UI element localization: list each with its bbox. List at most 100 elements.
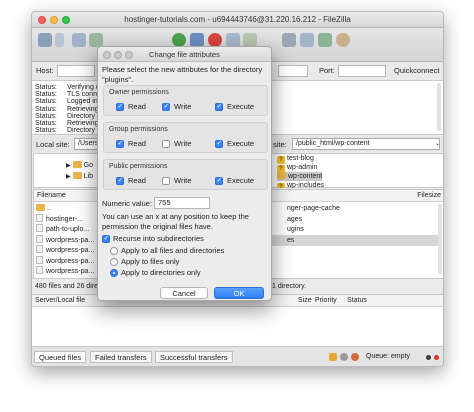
local-tree-item[interactable]: ▶ Lib xyxy=(66,172,93,182)
size-column[interactable]: Size xyxy=(298,295,312,306)
zoom-dialog-button xyxy=(125,51,133,59)
toggle-sync-browsing-icon[interactable] xyxy=(300,33,314,47)
dialog-titlebar: Change file attributes xyxy=(98,47,271,62)
cancel-operation-icon[interactable] xyxy=(208,33,222,47)
read-label: Read xyxy=(128,176,146,185)
local-file-name: .. xyxy=(47,205,51,212)
minimize-window-button[interactable] xyxy=(50,16,58,24)
apply-option-label: Apply to files only xyxy=(121,257,180,266)
port-input[interactable] xyxy=(338,65,386,77)
remote-status-text: 1 directory. xyxy=(272,283,307,290)
gear-icon[interactable] xyxy=(340,353,348,361)
write-checkbox[interactable] xyxy=(162,177,170,185)
refresh-icon[interactable] xyxy=(172,33,186,47)
local-file-row[interactable]: wordpress-pa... xyxy=(36,234,95,246)
execute-checkbox[interactable] xyxy=(215,176,223,185)
numeric-value-input[interactable]: 755 xyxy=(154,197,210,209)
dialog-title: Change file attributes xyxy=(149,50,220,59)
write-label: Write xyxy=(174,102,192,111)
tab-queued-files[interactable]: Queued files xyxy=(34,351,87,363)
transfer-queue: Server/Local file Size Priority Status xyxy=(32,294,443,346)
local-file-name: path-to-uplo... xyxy=(46,226,90,233)
write-label: Write xyxy=(174,139,192,148)
apply-option-radio[interactable] xyxy=(110,247,118,255)
process-queue-icon[interactable] xyxy=(190,33,204,47)
remote-list-scrollbar[interactable] xyxy=(438,204,442,274)
local-file-row[interactable]: .. xyxy=(36,203,51,214)
lock-icon xyxy=(329,353,337,361)
server-local-file-column[interactable]: Server/Local file xyxy=(35,295,85,306)
toggle-local-tree-icon[interactable] xyxy=(89,33,103,47)
remote-file-name: nger-page-cache xyxy=(287,205,340,212)
search-remote-files-icon[interactable] xyxy=(336,33,350,47)
read-checkbox[interactable] xyxy=(116,176,124,185)
read-checkbox[interactable] xyxy=(116,139,124,148)
tab-successful-transfers[interactable]: Successful transfers xyxy=(155,351,233,363)
site-manager-dropdown-icon[interactable] xyxy=(55,33,64,47)
host-input[interactable] xyxy=(57,65,95,77)
local-site-label: Local site: xyxy=(36,140,70,149)
directory-listing-filters-icon[interactable] xyxy=(282,33,296,47)
password-input[interactable] xyxy=(278,65,308,77)
execute-checkbox[interactable] xyxy=(215,139,223,148)
site-manager-icon[interactable] xyxy=(38,33,52,47)
remote-tree-item[interactable]: ? wp-includes xyxy=(277,181,324,188)
change-file-attributes-dialog: Change file attributes Please select the… xyxy=(97,46,272,301)
disconnect-icon[interactable] xyxy=(226,33,240,47)
execute-label: Execute xyxy=(227,139,255,148)
local-tree-item[interactable]: ▶ Go xyxy=(66,161,93,171)
transfer-indicator-icon xyxy=(434,355,439,360)
remote-file-name: ugins xyxy=(287,226,304,233)
remote-site-path-input[interactable]: /public_html/wp-content xyxy=(292,138,440,150)
permission-group-public: Public permissions Read Write Execute xyxy=(103,159,268,190)
apply-option-radio[interactable] xyxy=(110,258,118,266)
close-dialog-button[interactable] xyxy=(103,51,111,59)
chevron-down-icon[interactable]: ⌄ xyxy=(435,140,440,147)
disclosure-triangle-icon[interactable]: ▶ xyxy=(66,174,71,180)
file-icon xyxy=(36,234,43,243)
remote-file-name: es xyxy=(287,236,295,244)
priority-column[interactable]: Priority xyxy=(315,295,337,306)
apply-option-label: Apply to all files and directories xyxy=(121,246,225,255)
read-checkbox[interactable] xyxy=(116,102,124,111)
permission-group-label: Group permissions xyxy=(109,126,168,133)
zoom-window-button[interactable] xyxy=(62,16,70,24)
toggle-log-icon[interactable] xyxy=(72,33,86,47)
local-file-name: wordpress-pa... xyxy=(46,236,95,244)
speed-limit-icon[interactable] xyxy=(351,353,359,361)
cancel-button[interactable]: Cancel xyxy=(160,287,208,299)
local-file-row[interactable]: wordpress-pa... xyxy=(36,255,94,267)
local-file-name: wordpress-pa... xyxy=(46,268,95,275)
unknown-folder-icon: ? xyxy=(277,183,285,188)
local-file-row[interactable]: path-to-uplo... xyxy=(36,224,89,235)
tab-failed-transfers[interactable]: Failed transfers xyxy=(90,351,152,363)
ok-button[interactable]: OK xyxy=(214,287,264,299)
local-file-name: wordpress-pa... xyxy=(46,247,95,254)
quickconnect-button[interactable]: Quickconnect xyxy=(394,66,439,75)
log-scrollbar[interactable] xyxy=(437,83,441,131)
write-checkbox[interactable] xyxy=(162,140,170,148)
status-column[interactable]: Status xyxy=(347,295,367,306)
local-file-row[interactable]: wordpress-pa... xyxy=(36,245,94,256)
permission-group-group: Group permissions Read Write Execute xyxy=(103,122,268,153)
apply-option-radio[interactable] xyxy=(110,269,118,277)
folder-icon xyxy=(277,172,286,179)
write-checkbox[interactable] xyxy=(162,102,170,111)
dialog-intro-text: Please select the new attributes for the… xyxy=(102,65,263,84)
file-icon xyxy=(36,224,43,232)
local-file-row[interactable]: hostinger-... xyxy=(36,213,83,225)
local-file-row[interactable]: wordpress-pa... xyxy=(36,266,94,277)
permission-group-owner: Owner permissions Read Write Execute xyxy=(103,85,268,116)
directory-comparison-icon[interactable] xyxy=(318,33,332,47)
queue-tabs-bar: Queued files Failed transfers Successful… xyxy=(32,346,443,366)
disclosure-triangle-icon[interactable]: ▶ xyxy=(66,163,71,169)
recurse-label: Recurse into subdirectories xyxy=(113,234,204,243)
transfer-indicator-icon xyxy=(426,355,431,360)
remote-tree-item-selected[interactable]: wp-content xyxy=(277,172,323,181)
reconnect-icon[interactable] xyxy=(243,33,257,47)
execute-checkbox[interactable] xyxy=(215,102,223,111)
window-title: hostinger-tutorials.com - u694443746@31.… xyxy=(124,15,351,24)
close-window-button[interactable] xyxy=(38,16,46,24)
recurse-checkbox[interactable] xyxy=(102,234,110,243)
execute-label: Execute xyxy=(227,176,255,185)
